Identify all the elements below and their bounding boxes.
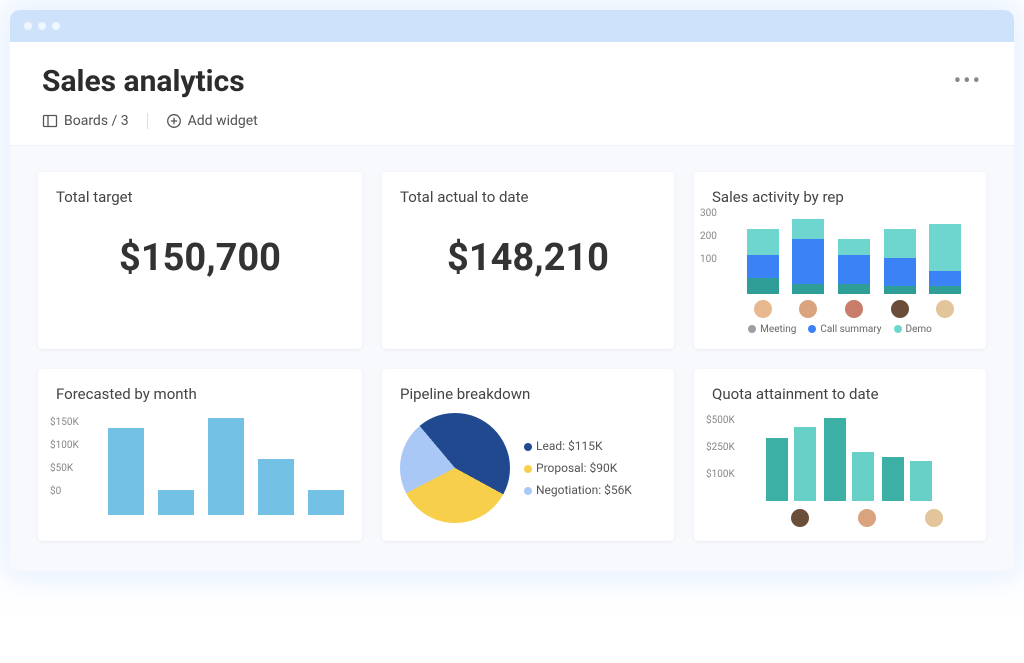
- page-title: Sales analytics: [42, 64, 245, 99]
- rep-avatars-row: [740, 300, 968, 318]
- card-title: Pipeline breakdown: [400, 385, 656, 403]
- avatar: [845, 300, 863, 318]
- avatar: [925, 509, 943, 527]
- page-header: Sales analytics ••• Boards / 3 Add: [10, 42, 1014, 146]
- add-widget-label: Add widget: [188, 113, 258, 129]
- add-widget-button[interactable]: Add widget: [166, 113, 258, 129]
- avatar: [891, 300, 909, 318]
- stacked-bar-chart: [740, 216, 968, 294]
- avatar: [754, 300, 772, 318]
- card-total-target[interactable]: Total target $150,700: [38, 172, 362, 349]
- avatar: [791, 509, 809, 527]
- card-title: Total target: [56, 188, 344, 206]
- card-quota[interactable]: Quota attainment to date $500K $250K $10…: [694, 369, 986, 541]
- card-forecast[interactable]: Forecasted by month $150K $100K $50K $0: [38, 369, 362, 541]
- avatar: [799, 300, 817, 318]
- divider: [147, 113, 148, 129]
- card-pipeline[interactable]: Pipeline breakdown Lead: $115K Proposal:…: [382, 369, 674, 541]
- y-axis-ticks: $150K $100K $50K $0: [50, 417, 79, 497]
- card-title: Forecasted by month: [56, 385, 344, 403]
- y-axis-ticks: 300 200 100: [700, 208, 717, 265]
- window-dot: [24, 22, 32, 30]
- chart-legend: Meeting Call summary Demo: [712, 324, 968, 335]
- boards-selector[interactable]: Boards / 3: [42, 113, 129, 129]
- card-title: Quota attainment to date: [712, 385, 968, 403]
- y-axis-ticks: $500K $250K $100K: [706, 415, 735, 480]
- card-title: Total actual to date: [400, 188, 656, 206]
- bar-chart: [108, 415, 344, 515]
- chart-legend: Lead: $115K Proposal: $90K Negotiation: …: [524, 439, 632, 497]
- window-titlebar: [10, 10, 1014, 42]
- more-menu-button[interactable]: •••: [954, 69, 982, 94]
- metric-value: $148,210: [400, 236, 656, 280]
- app-window: Sales analytics ••• Boards / 3 Add: [10, 10, 1014, 571]
- window-dot: [52, 22, 60, 30]
- avatar: [936, 300, 954, 318]
- card-total-actual[interactable]: Total actual to date $148,210: [382, 172, 674, 349]
- dashboard-grid: Total target $150,700 Total actual to da…: [10, 146, 1014, 571]
- rep-avatars-row: [766, 509, 968, 527]
- grouped-bar-chart: [766, 413, 968, 501]
- boards-icon: [42, 113, 58, 129]
- window-dot: [38, 22, 46, 30]
- avatar: [858, 509, 876, 527]
- plus-circle-icon: [166, 113, 182, 129]
- metric-value: $150,700: [56, 236, 344, 280]
- card-sales-activity[interactable]: Sales activity by rep 300 200 100 Meetin…: [694, 172, 986, 349]
- card-title: Sales activity by rep: [712, 188, 968, 206]
- pie-chart: [400, 413, 510, 523]
- boards-label: Boards / 3: [64, 113, 129, 129]
